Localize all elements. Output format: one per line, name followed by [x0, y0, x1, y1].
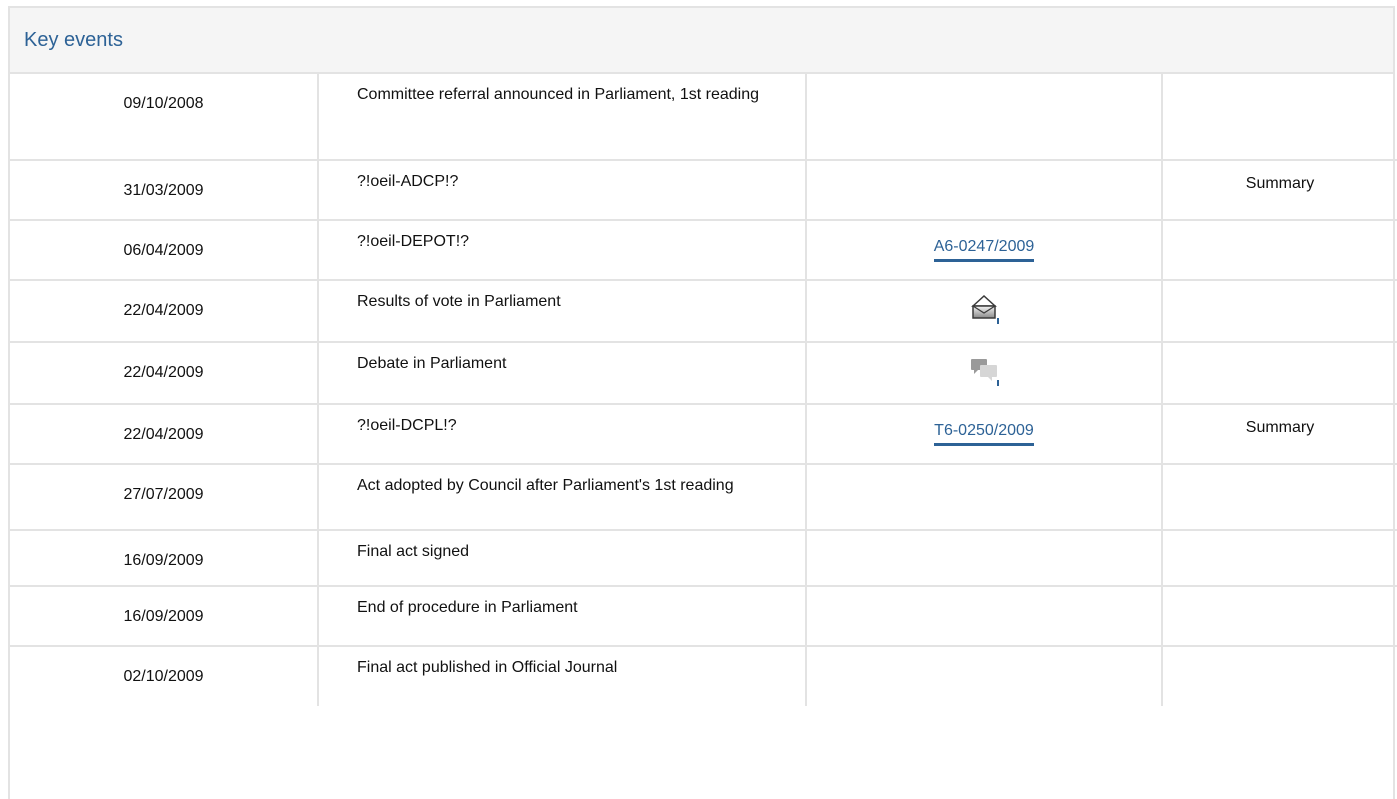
event-summary [1162, 530, 1397, 587]
event-description: ?!oeil-ADCP!? [318, 160, 807, 221]
event-date: 02/10/2009 [10, 646, 319, 706]
event-document: T6-0250/2009 [806, 404, 1163, 465]
event-document [806, 160, 1163, 221]
key-events-table: 09/10/2008 Committee referral announced i… [10, 74, 1397, 706]
event-document: A6-0247/2009 [806, 220, 1163, 281]
event-description: Final act signed [318, 530, 807, 587]
event-row: 09/10/2008 Committee referral announced i… [10, 74, 1397, 161]
event-row: 22/04/2009 ?!oeil-DCPL!? T6-0250/2009 Summa… [10, 404, 1397, 465]
event-document [806, 342, 1163, 405]
event-date: 06/04/2009 [10, 220, 319, 281]
event-description: End of procedure in Parliament [318, 586, 807, 647]
event-description: Committee referral announced in Parliame… [318, 74, 807, 161]
event-date: 31/03/2009 [10, 160, 319, 221]
event-description: Act adopted by Council after Parliament'… [318, 464, 807, 531]
event-document [806, 280, 1163, 343]
event-document [806, 646, 1163, 706]
event-date: 16/09/2009 [10, 530, 319, 587]
event-row: 22/04/2009 Results of vote in Parliament [10, 280, 1397, 343]
event-date: 09/10/2008 [10, 74, 319, 161]
event-summary [1162, 280, 1397, 343]
event-document [806, 464, 1163, 531]
event-document [806, 586, 1163, 647]
event-description: ?!oeil-DCPL!? [318, 404, 807, 465]
event-summary [1162, 74, 1397, 161]
event-summary[interactable]: Summary [1162, 160, 1397, 221]
event-row: 16/09/2009 End of procedure in Parliament [10, 586, 1397, 647]
event-document [806, 530, 1163, 587]
event-date: 27/07/2009 [10, 464, 319, 531]
event-row: 16/09/2009 Final act signed [10, 530, 1397, 587]
vote-results-icon[interactable] [967, 290, 1001, 324]
event-description: Debate in Parliament [318, 342, 807, 405]
event-date: 22/04/2009 [10, 280, 319, 343]
event-description: Final act published in Official Journal [318, 646, 807, 706]
event-row: 06/04/2009 ?!oeil-DEPOT!? A6-0247/2009 [10, 220, 1397, 281]
event-date: 22/04/2009 [10, 342, 319, 405]
event-summary [1162, 220, 1397, 281]
event-document [806, 74, 1163, 161]
event-row: 22/04/2009 Debate in Parliament [10, 342, 1397, 405]
key-events-body: 09/10/2008 Committee referral announced i… [10, 74, 1397, 706]
event-summary [1162, 586, 1397, 647]
event-summary [1162, 464, 1397, 531]
event-description: ?!oeil-DEPOT!? [318, 220, 807, 281]
event-summary [1162, 646, 1397, 706]
event-row: 27/07/2009 Act adopted by Council after P… [10, 464, 1397, 531]
panel-header: Key events [10, 8, 1393, 74]
event-row: 31/03/2009 ?!oeil-ADCP!? Summary [10, 160, 1397, 221]
document-link[interactable]: T6-0250/2009 [934, 421, 1034, 446]
event-date: 22/04/2009 [10, 404, 319, 465]
panel-title: Key events [24, 28, 123, 51]
event-row: 02/10/2009 Final act published in Officia… [10, 646, 1397, 706]
debate-icon[interactable] [967, 352, 1001, 386]
event-summary [1162, 342, 1397, 405]
key-events-panel: Key events 09/10/2008 Committee referral … [8, 6, 1397, 799]
event-summary[interactable]: Summary [1162, 404, 1397, 465]
event-description: Results of vote in Parliament [318, 280, 807, 343]
event-date: 16/09/2009 [10, 586, 319, 647]
document-link[interactable]: A6-0247/2009 [933, 237, 1035, 262]
